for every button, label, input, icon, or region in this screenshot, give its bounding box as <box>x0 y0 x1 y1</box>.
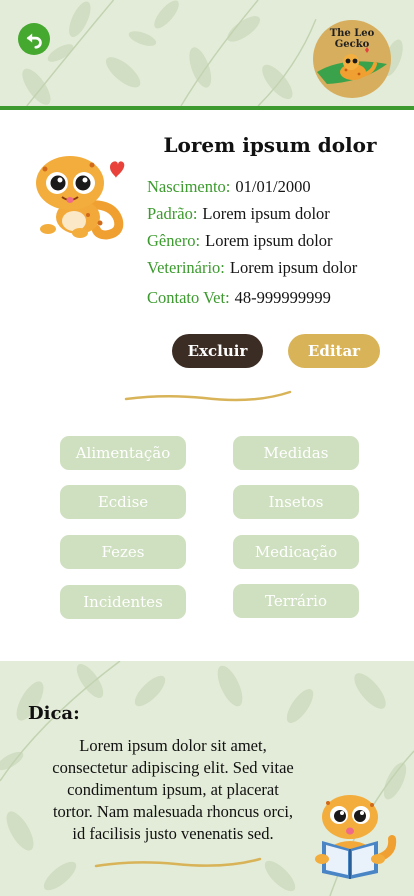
gecko-reading-book-icon <box>315 795 397 879</box>
info-label: Gênero: <box>147 231 201 250</box>
tip-text-line: tortor. Nam malesuada rhoncus orci, <box>52 802 294 821</box>
tip-title: Dica: <box>28 703 80 724</box>
logo-text: The Leo Gecko <box>329 28 375 50</box>
info-row-contato-vet: Contato Vet: 48-999999999 <box>147 288 407 315</box>
info-row-veterinario: Veterinário: Lorem ipsum dolor <box>147 258 407 285</box>
info-value: 01/01/2000 <box>235 177 311 196</box>
tip-section: Dica: Lorem ipsum dolor sit amet, consec… <box>0 661 414 896</box>
delete-button[interactable]: Excluir <box>172 334 263 368</box>
tip-text-line: id facilisis justo venenatis sed. <box>72 824 274 843</box>
info-value: Lorem ipsum dolor <box>229 258 358 277</box>
info-row-padrao: Padrão: Lorem ipsum dolor <box>147 204 407 231</box>
back-button[interactable] <box>18 23 50 55</box>
menu-button-medicacao[interactable]: Medicação <box>233 535 359 569</box>
tip-text-line: condimentum ipsum, at placerat <box>67 780 279 799</box>
info-label: Padrão: <box>147 204 198 223</box>
edit-button[interactable]: Editar <box>288 334 380 368</box>
menu-button-terrario[interactable]: Terrário <box>233 584 359 618</box>
tip-text-line: consectetur adipiscing elit. Sed vitae <box>52 758 294 777</box>
header: The Leo Gecko <box>0 0 414 110</box>
menu-button-insetos[interactable]: Insetos <box>233 485 359 519</box>
menu-button-fezes[interactable]: Fezes <box>60 535 186 569</box>
app-logo: The Leo Gecko <box>313 20 391 98</box>
menu-button-ecdise[interactable]: Ecdise <box>60 485 186 519</box>
back-arrow-icon <box>26 33 42 49</box>
info-value: Lorem ipsum dolor <box>202 204 330 223</box>
info-value: Lorem ipsum dolor <box>205 231 333 250</box>
info-row-nascimento: Nascimento: 01/01/2000 <box>147 177 407 204</box>
info-value: 48-999999999 <box>234 288 331 307</box>
pet-name: Lorem ipsum dolor <box>163 133 377 157</box>
menu-button-alimentacao[interactable]: Alimentação <box>60 436 186 470</box>
info-row-genero: Gênero: Lorem ipsum dolor <box>147 231 407 258</box>
pet-info-list: Nascimento: 01/01/2000 Padrão: Lorem ips… <box>147 177 407 315</box>
menu-button-medidas[interactable]: Medidas <box>233 436 359 470</box>
gecko-heart-icon <box>36 156 125 240</box>
info-label: Nascimento: <box>147 177 231 196</box>
info-label: Contato Vet: <box>147 288 230 307</box>
decorative-swoosh <box>94 857 262 868</box>
tip-text: Lorem ipsum dolor sit amet, consectetur … <box>30 735 316 845</box>
tip-text-line: Lorem ipsum dolor sit amet, <box>79 736 267 755</box>
decorative-swoosh <box>124 390 292 402</box>
info-label: Veterinário: <box>147 258 225 277</box>
menu-button-incidentes[interactable]: Incidentes <box>60 585 186 619</box>
